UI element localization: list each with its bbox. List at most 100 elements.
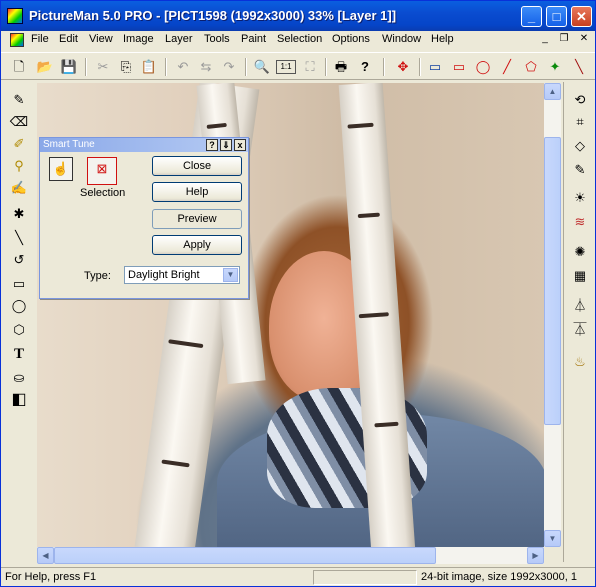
mdi-minimize-button[interactable]: _ xyxy=(538,33,552,46)
app-icon[interactable] xyxy=(7,8,23,24)
print-icon[interactable]: 🖶 xyxy=(331,57,351,77)
color-swatch-icon[interactable]: ◧ xyxy=(9,390,29,410)
eyedropper-icon[interactable]: ✎ xyxy=(9,90,29,110)
menu-layer[interactable]: Layer xyxy=(165,33,193,45)
help-pointer-icon[interactable]: ? xyxy=(355,57,375,77)
preview-button[interactable]: Preview xyxy=(152,209,242,229)
rotate-icon[interactable]: ⟲ xyxy=(570,90,590,110)
toolbar-separator xyxy=(245,58,247,76)
vertical-scrollbar[interactable]: ▲ ▼ xyxy=(544,83,561,547)
ellipse-icon[interactable]: ◯ xyxy=(473,57,493,77)
menu-options[interactable]: Options xyxy=(332,33,370,45)
redo-icon[interactable]: ↷ xyxy=(219,57,239,77)
channels-icon[interactable]: ⏄ xyxy=(570,320,590,340)
hand-pointer-icon[interactable]: ☝ xyxy=(49,157,73,181)
fit-icon[interactable]: ⛶ xyxy=(300,57,320,77)
menu-paint[interactable]: Paint xyxy=(241,33,266,45)
copy-icon[interactable]: ⎘ xyxy=(116,57,136,77)
ellipse-tool-icon[interactable]: ◯ xyxy=(9,296,29,316)
toolbar-separator xyxy=(325,58,327,76)
polygon-icon[interactable]: ⬠ xyxy=(521,57,541,77)
vertical-scroll-thumb[interactable] xyxy=(544,137,561,425)
type-select[interactable]: Daylight Bright ▼ xyxy=(124,266,240,284)
smart-tune-pin-button[interactable]: ⇓ xyxy=(220,139,232,151)
polygon-tool-icon[interactable]: ⬡ xyxy=(9,320,29,340)
chevron-down-icon[interactable]: ▼ xyxy=(223,268,238,282)
actual-size-icon[interactable]: 1:1 xyxy=(276,60,296,74)
save-icon[interactable]: 💾 xyxy=(59,57,79,77)
line-tool-icon[interactable]: ╲ xyxy=(9,228,29,248)
open-icon[interactable]: 📂 xyxy=(35,57,55,77)
menu-view[interactable]: View xyxy=(89,33,113,45)
status-pane xyxy=(313,570,417,585)
rectangle-tool-icon[interactable]: ▭ xyxy=(9,274,29,294)
mdi-close-button[interactable]: ✕ xyxy=(577,33,591,46)
smart-tune-close-x-button[interactable]: x xyxy=(234,139,246,151)
magic-wand-icon[interactable]: ✦ xyxy=(545,57,565,77)
line-icon[interactable]: ╱ xyxy=(497,57,517,77)
menu-file[interactable]: File xyxy=(31,33,49,45)
maximize-button[interactable]: □ xyxy=(546,6,567,27)
stamp-icon[interactable]: ⚲ xyxy=(9,156,29,176)
menu-window[interactable]: Window xyxy=(382,33,421,45)
scroll-right-button[interactable]: ▶ xyxy=(527,547,544,564)
curve-icon[interactable]: ↺ xyxy=(9,250,29,270)
new-icon[interactable]: 🗋 xyxy=(9,57,29,77)
window-icon[interactable]: ▭ xyxy=(425,57,445,77)
crop-icon[interactable]: ⌗ xyxy=(570,112,590,132)
swirl-icon[interactable]: ✺ xyxy=(570,242,590,262)
text-icon[interactable]: T xyxy=(9,344,29,364)
application-window: PictureMan 5.0 PRO - [PICT1598 (1992x300… xyxy=(0,0,596,587)
mdi-restore-button[interactable]: ❐ xyxy=(557,33,571,46)
smart-tune-help-button[interactable]: ? xyxy=(206,139,218,151)
help-button[interactable]: Help xyxy=(152,182,242,202)
airbrush-icon[interactable]: ✱ xyxy=(9,204,29,224)
document-icon[interactable] xyxy=(10,33,24,47)
apply-button[interactable]: Apply xyxy=(152,235,242,255)
menu-edit[interactable]: Edit xyxy=(59,33,78,45)
paint-bucket-icon[interactable]: ⛀ xyxy=(9,368,29,388)
menu-bar: File Edit View Image Layer Tools Paint S… xyxy=(1,31,595,50)
main-toolbar: 🗋 📂 💾 ✂ ⎘ 📋 ↶ ⇆ ↷ 🔍 1:1 ⛶ 🖶 ? ✥ ▭ ▭ ◯ ╱ … xyxy=(1,52,595,80)
close-button[interactable]: ✕ xyxy=(571,6,592,27)
zoom-icon[interactable]: 🔍 xyxy=(252,57,272,77)
menu-tools[interactable]: Tools xyxy=(204,33,230,45)
fill-icon[interactable]: ✍ xyxy=(9,178,29,198)
toolbar-separator xyxy=(165,58,167,76)
menu-selection[interactable]: Selection xyxy=(277,33,322,45)
smart-tune-title-bar[interactable]: Smart Tune ? ⇓ x xyxy=(40,138,248,152)
selection-icon[interactable]: ⊠ xyxy=(87,157,117,185)
left-toolbox: ✎ ⌫ ✐ ⚲ ✍ ✱ ╲ ↺ ▭ ◯ ⬡ T ⛀ ◧ xyxy=(3,82,35,562)
menu-help[interactable]: Help xyxy=(431,33,454,45)
scroll-up-button[interactable]: ▲ xyxy=(544,83,561,100)
levels-icon[interactable]: ⏃ xyxy=(570,296,590,316)
selection-label: Selection xyxy=(80,187,126,199)
toolbar-separator xyxy=(383,58,385,76)
sharpen-icon[interactable]: ♨ xyxy=(570,352,590,372)
cut-icon[interactable]: ✂ xyxy=(93,57,113,77)
horizontal-scroll-thumb[interactable] xyxy=(54,547,436,564)
close-dialog-button[interactable]: Close xyxy=(152,156,242,176)
brush-tool-icon[interactable]: ╲ xyxy=(569,57,589,77)
pointer-move-icon[interactable]: ✥ xyxy=(393,57,413,77)
brightness-icon[interactable]: ☀ xyxy=(570,188,590,208)
perspective-icon[interactable]: ◇ xyxy=(570,136,590,156)
dropper-icon[interactable]: ✎ xyxy=(570,160,590,180)
undo-icon[interactable]: ↶ xyxy=(173,57,193,77)
texture-icon[interactable]: ▦ xyxy=(570,266,590,286)
window-title: PictureMan 5.0 PRO - [PICT1598 (1992x300… xyxy=(29,8,397,23)
toolbar-separator xyxy=(419,58,421,76)
right-toolbox: ⟲ ⌗ ◇ ✎ ☀ ≋ ✺ ▦ ⏃ ⏄ ♨ xyxy=(563,82,595,562)
minimize-button[interactable]: _ xyxy=(521,6,542,27)
scroll-left-button[interactable]: ◀ xyxy=(37,547,54,564)
title-bar[interactable]: PictureMan 5.0 PRO - [PICT1598 (1992x300… xyxy=(1,1,595,31)
horizontal-scrollbar[interactable]: ◀ ▶ xyxy=(37,547,544,564)
eraser-icon[interactable]: ⌫ xyxy=(9,112,29,132)
rectangle-icon[interactable]: ▭ xyxy=(449,57,469,77)
curves-icon[interactable]: ≋ xyxy=(570,212,590,232)
menu-image[interactable]: Image xyxy=(123,33,154,45)
brush-icon[interactable]: ✐ xyxy=(9,134,29,154)
scroll-down-button[interactable]: ▼ xyxy=(544,530,561,547)
paste-icon[interactable]: 📋 xyxy=(139,57,159,77)
flip-icon[interactable]: ⇆ xyxy=(196,57,216,77)
